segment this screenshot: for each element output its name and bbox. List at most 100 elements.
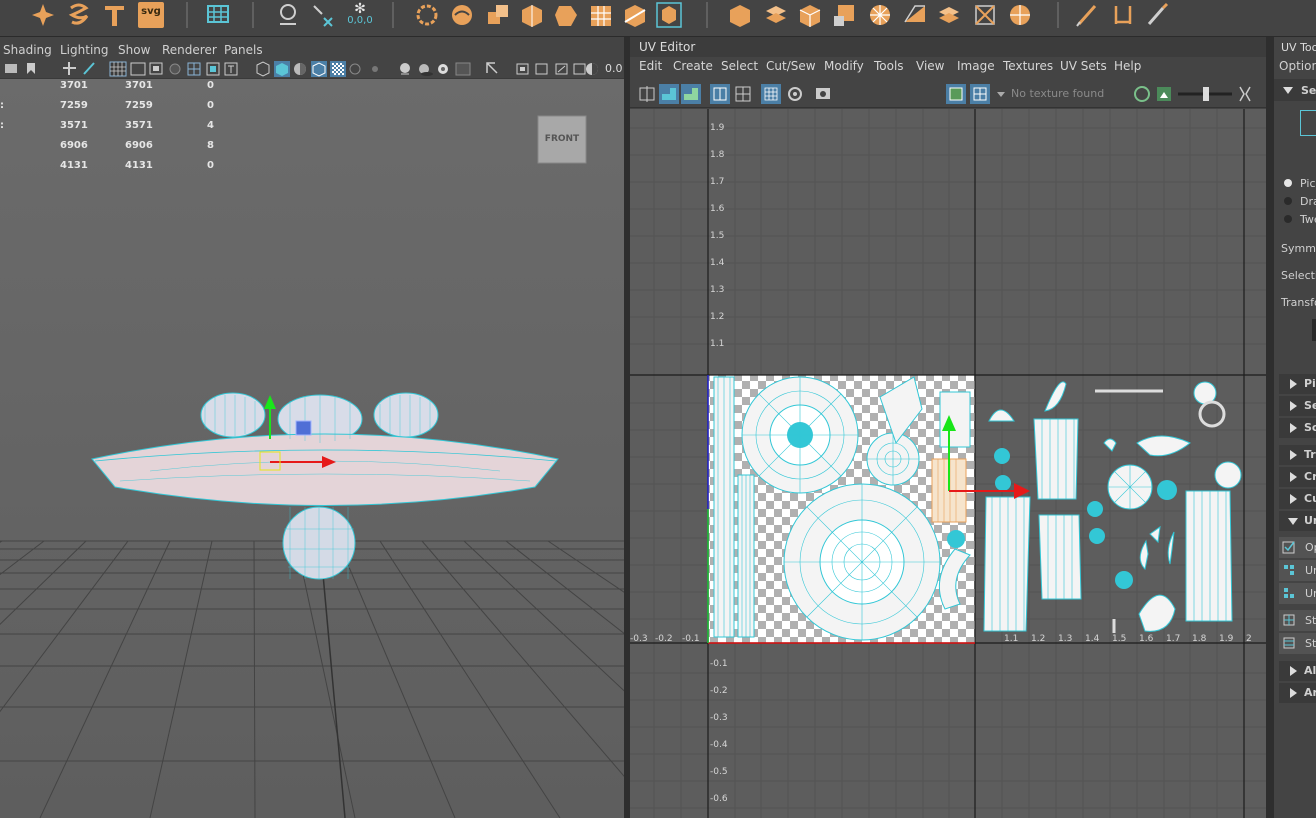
uv-dim-image-icon[interactable] <box>788 87 802 101</box>
panel-divider[interactable] <box>1266 37 1274 818</box>
pencil-icon[interactable] <box>83 62 95 75</box>
mesh-icon[interactable] <box>588 2 614 28</box>
boolean-tool-icon[interactable] <box>485 2 511 28</box>
menu-show[interactable]: Show <box>118 43 150 57</box>
shadows-icon[interactable] <box>419 64 433 76</box>
brush-tool-icon[interactable] <box>1145 2 1171 28</box>
poly-extrude-icon[interactable] <box>763 2 789 28</box>
menu-modify[interactable]: Modify <box>824 59 864 73</box>
snowflake-tool-icon[interactable]: ✻ 0,0,0 <box>344 2 376 28</box>
menu-select[interactable]: Select <box>721 59 758 73</box>
perspective-viewport[interactable]: 3701 3701 0 : 7259 7259 0 : 3571 3571 4 … <box>0 79 624 818</box>
film-gate-icon[interactable] <box>130 62 146 76</box>
section-soft-selection[interactable]: Soft Selection <box>1279 418 1316 438</box>
section-cut-and-sew[interactable]: Cut and Sew <box>1279 489 1316 509</box>
wireframe-cube-icon[interactable] <box>256 61 270 77</box>
section-arrange-layout[interactable]: Arrange and Layout <box>1279 683 1316 703</box>
menu-textures[interactable]: Textures <box>1003 59 1053 73</box>
uv-shell-border-icon[interactable] <box>681 84 701 104</box>
safe-title-icon[interactable] <box>206 62 220 76</box>
unfold-along-button[interactable]: Unfold <box>1279 583 1316 604</box>
section-pin[interactable]: Pin <box>1279 374 1316 394</box>
frame-selection-icon[interactable] <box>555 63 568 75</box>
menu-panels[interactable]: Panels <box>224 43 263 57</box>
resolution-gate-icon[interactable] <box>149 62 163 75</box>
extrude-icon[interactable] <box>519 2 545 28</box>
uv-exposure-slider[interactable] <box>1178 87 1232 101</box>
straighten-uvs-button[interactable]: Straighten <box>1279 633 1316 654</box>
gamma-icon[interactable] <box>586 63 598 75</box>
grid-tool-icon[interactable] <box>205 2 231 28</box>
section-align-snap[interactable]: Align and Snap <box>1279 661 1316 681</box>
isolate-select-icon[interactable] <box>486 62 498 74</box>
radio-drag[interactable] <box>1284 197 1292 205</box>
grid-toggle-icon[interactable] <box>109 61 127 77</box>
menu-lighting[interactable]: Lighting <box>60 43 109 57</box>
uv-checker-tile-icon[interactable] <box>970 84 990 104</box>
svg-tool-icon[interactable]: svg <box>138 2 164 28</box>
ruler-tool-icon[interactable] <box>1110 2 1136 28</box>
poly-grid-icon[interactable] <box>1007 2 1033 28</box>
menu-view[interactable]: View <box>916 59 944 73</box>
poly-face-icon[interactable] <box>867 2 893 28</box>
uv-gamma-icon[interactable] <box>1239 86 1251 102</box>
exposure-value[interactable]: 0.0 <box>605 62 623 75</box>
sparkle-icon[interactable] <box>30 2 56 28</box>
selection-mode-icon[interactable] <box>1300 110 1316 136</box>
spiral-icon[interactable] <box>66 2 92 28</box>
bridge-tool-icon[interactable] <box>449 2 475 28</box>
mirror-icon[interactable] <box>656 2 682 28</box>
options-menu[interactable]: Options <box>1279 59 1316 73</box>
menu-cut-sew[interactable]: Cut/Sew <box>766 59 816 73</box>
section-transform[interactable]: Transform <box>1279 445 1316 465</box>
poly-bevel-icon[interactable] <box>936 2 962 28</box>
uv-checker-icon[interactable] <box>761 84 781 104</box>
poly-cube-icon[interactable] <box>832 2 858 28</box>
uv-texture-sphere-icon[interactable] <box>1134 86 1150 102</box>
poly-wheel-icon[interactable] <box>902 2 928 28</box>
bookmark-icon[interactable] <box>27 63 35 74</box>
xray-icon[interactable] <box>330 61 346 77</box>
poly-stack-icon[interactable] <box>797 2 823 28</box>
all-lights-icon[interactable] <box>400 63 410 75</box>
radio-tweak[interactable] <box>1284 215 1292 223</box>
optimize-button[interactable]: Optimize <box>1279 537 1316 558</box>
smooth-shade-icon[interactable] <box>274 61 290 77</box>
uv-image-ratio-icon[interactable] <box>1157 87 1171 101</box>
lasso-tool-icon[interactable] <box>413 2 439 28</box>
menu-tools[interactable]: Tools <box>874 59 904 73</box>
xray-joints-icon[interactable] <box>349 63 361 75</box>
xray-components-icon[interactable] <box>372 66 378 72</box>
split-icon[interactable] <box>622 2 648 28</box>
menu-create[interactable]: Create <box>673 59 713 73</box>
uv-image-display-icon[interactable] <box>946 84 966 104</box>
default-material-icon[interactable] <box>294 63 306 75</box>
section-create[interactable]: Create <box>1279 467 1316 487</box>
section-unfold[interactable]: Unfold <box>1279 511 1316 531</box>
menu-uv-sets[interactable]: UV Sets <box>1060 59 1107 73</box>
uv-distortion-icon[interactable] <box>735 86 751 102</box>
menu-edit[interactable]: Edit <box>639 59 662 73</box>
exposure-icon[interactable] <box>573 63 586 75</box>
straighten-shell-button[interactable]: Straighten <box>1279 610 1316 631</box>
text-display-icon[interactable] <box>224 62 238 76</box>
frame-all-icon[interactable] <box>535 63 548 75</box>
uv-lattice-icon[interactable] <box>639 86 655 102</box>
section-select[interactable]: Select <box>1279 396 1316 416</box>
curve-tool-icon[interactable] <box>275 2 301 28</box>
radio-pick[interactable] <box>1284 179 1292 187</box>
move-camera-icon[interactable] <box>63 62 76 75</box>
menu-image[interactable]: Image <box>957 59 995 73</box>
sphere-icon[interactable] <box>553 2 579 28</box>
combine-icon[interactable] <box>727 2 753 28</box>
coordinate-tool-icon[interactable] <box>310 2 336 28</box>
text-tool-icon[interactable] <box>102 2 128 28</box>
safe-action-icon[interactable] <box>187 62 201 76</box>
uv-snapshot-icon[interactable] <box>816 88 830 99</box>
menu-shading[interactable]: Shading <box>3 43 52 57</box>
ambient-occlusion-icon[interactable] <box>438 64 448 74</box>
menu-renderer[interactable]: Renderer <box>162 43 217 57</box>
transform-field[interactable] <box>1312 319 1316 341</box>
pen-tool-icon[interactable] <box>1075 2 1101 28</box>
uv-texture-dropdown-icon[interactable] <box>997 92 1005 97</box>
